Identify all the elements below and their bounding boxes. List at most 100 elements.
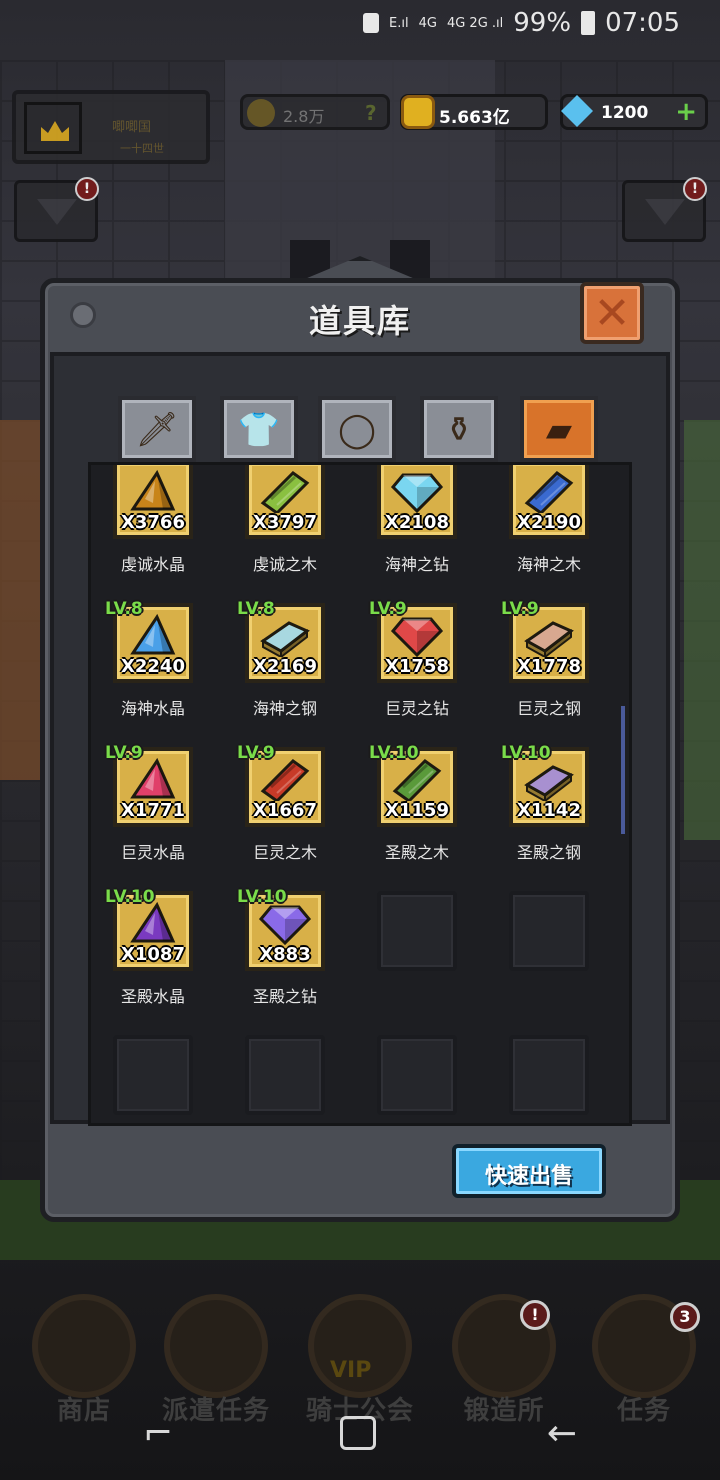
alert-badge: ! <box>683 177 707 201</box>
close-button[interactable]: ✕ <box>580 282 644 344</box>
right-dropdown-button[interactable]: ! <box>622 177 707 242</box>
bar-icon <box>523 757 575 804</box>
tab-materials[interactable]: ▰ <box>520 396 598 462</box>
armor-icon: 👕 <box>237 410 281 450</box>
gem-icon <box>390 469 444 514</box>
add-gems-button[interactable]: + <box>675 97 697 127</box>
gold-display: 5.663亿 <box>400 94 548 130</box>
wood-icon <box>523 469 575 515</box>
lock-icon <box>363 13 380 33</box>
item-count: X1159 <box>385 800 449 821</box>
battery-percent: 99% <box>513 8 572 38</box>
quick-sell-label: 快速出售 <box>484 1164 573 1189</box>
item-grid[interactable]: X3766 虔诚水晶 X3797 虔诚之木 X2108 海神之钻 X2190 海神之木 … <box>88 462 632 1126</box>
signal-2g-icon: 4G 2G .ıl <box>446 15 504 31</box>
inventory-slot[interactable]: X1758 LV.9 <box>369 599 457 683</box>
empty-slot[interactable] <box>245 1035 325 1115</box>
house-left <box>0 420 40 780</box>
crystal-icon <box>127 469 179 513</box>
sword-icon: 🗡 <box>135 410 179 450</box>
crown-badge <box>24 102 82 154</box>
item-name: 海神之木 <box>516 555 581 574</box>
inventory-slot[interactable]: X1159 LV.10 <box>369 743 457 827</box>
power-display[interactable]: 2.8万 ? <box>240 94 390 130</box>
empty-slot[interactable] <box>509 891 589 971</box>
scrollbar[interactable] <box>621 706 625 834</box>
item-level: LV.9 <box>105 743 143 763</box>
inventory-slot[interactable]: X2190 <box>509 465 589 539</box>
tab-potions[interactable]: ⚱ <box>420 396 498 462</box>
item-count: X883 <box>259 944 311 965</box>
inventory-slot[interactable]: X883 LV.10 <box>237 887 325 971</box>
item-name: 巨灵之钢 <box>516 699 581 718</box>
status-bar: E.ıl 4G 4G 2G .ıl 99% 07:05 <box>0 0 720 50</box>
empty-slot[interactable] <box>509 1035 589 1115</box>
diamond-icon <box>561 95 593 127</box>
shop-icon <box>32 1294 136 1398</box>
item-count: X2190 <box>517 512 581 533</box>
back-button[interactable]: ← <box>540 1414 584 1454</box>
power-icon <box>247 99 275 127</box>
item-level: LV.9 <box>501 599 539 619</box>
tab-weapons[interactable]: 🗡 <box>118 396 196 462</box>
wood-icon <box>259 469 311 515</box>
inventory-slot[interactable]: X2240 LV.8 <box>105 599 193 683</box>
empty-slot[interactable] <box>113 1035 193 1115</box>
inventory-slot[interactable]: X1778 LV.9 <box>501 599 589 683</box>
empty-slot[interactable] <box>377 891 457 971</box>
item-count: X1142 <box>517 800 581 821</box>
gem-display: 1200 + <box>560 94 708 130</box>
network-4g-icon: 4G <box>418 15 437 31</box>
inventory-slot[interactable]: X1087 LV.10 <box>105 887 193 971</box>
inventory-slot[interactable]: X2108 <box>377 465 457 539</box>
item-count: X3797 <box>253 512 317 533</box>
battery-icon <box>581 11 596 35</box>
item-count: X3766 <box>121 512 185 533</box>
gold-coin-icon <box>401 95 435 129</box>
inventory-slot[interactable]: X2169 LV.8 <box>237 599 325 683</box>
inventory-slot[interactable]: X1667 LV.9 <box>237 743 325 827</box>
close-icon: ✕ <box>593 288 631 339</box>
item-name: 圣殿之木 <box>384 843 449 862</box>
tab-armor[interactable]: 👕 <box>220 396 298 462</box>
item-level: LV.8 <box>105 599 143 619</box>
bar-icon <box>523 613 575 660</box>
help-icon[interactable]: ? <box>365 101 377 125</box>
bar-icon <box>259 613 311 660</box>
crown-icon <box>41 121 69 141</box>
empty-slot[interactable] <box>377 1035 457 1115</box>
tree-right <box>684 420 720 840</box>
item-count: X1771 <box>121 800 185 821</box>
dispatch-icon <box>164 1294 268 1398</box>
item-level: LV.9 <box>369 599 407 619</box>
inventory-slot[interactable]: X1142 LV.10 <box>501 743 589 827</box>
item-name: 海神之钢 <box>252 699 317 718</box>
tab-accessories[interactable]: ◯ <box>318 396 396 462</box>
quick-sell-button[interactable]: 快速出售 <box>452 1144 606 1198</box>
log-icon: ▰ <box>545 410 573 450</box>
inventory-slot[interactable]: X3766 <box>113 465 193 539</box>
inventory-slot[interactable]: X3797 <box>245 465 325 539</box>
item-count: X2169 <box>253 656 317 677</box>
item-level: LV.10 <box>369 743 419 763</box>
item-name: 海神水晶 <box>120 699 185 718</box>
recent-apps-button[interactable]: ⌐ <box>136 1414 180 1454</box>
kingdom-subtitle: 一十四世 <box>120 142 164 155</box>
alert-badge: ! <box>75 177 99 201</box>
crystal-icon <box>127 613 179 657</box>
gem-value: 1200 <box>601 103 649 123</box>
item-level: LV.9 <box>237 743 275 763</box>
ring-icon: ◯ <box>337 410 377 450</box>
crystal-icon <box>127 757 179 801</box>
wood-icon <box>259 757 311 803</box>
home-button[interactable] <box>340 1416 376 1450</box>
item-name: 巨灵之钻 <box>384 699 449 718</box>
notification-badge: ! <box>520 1300 550 1330</box>
kingdom-card[interactable]: 唧唧国 一十四世 <box>12 90 210 164</box>
inventory-slot[interactable]: X1771 LV.9 <box>105 743 193 827</box>
chevron-down-icon <box>645 199 685 225</box>
item-name: 虔诚之木 <box>252 555 317 574</box>
item-count: X1778 <box>517 656 581 677</box>
item-name: 圣殿水晶 <box>120 987 185 1006</box>
left-dropdown-button[interactable]: ! <box>14 177 99 242</box>
